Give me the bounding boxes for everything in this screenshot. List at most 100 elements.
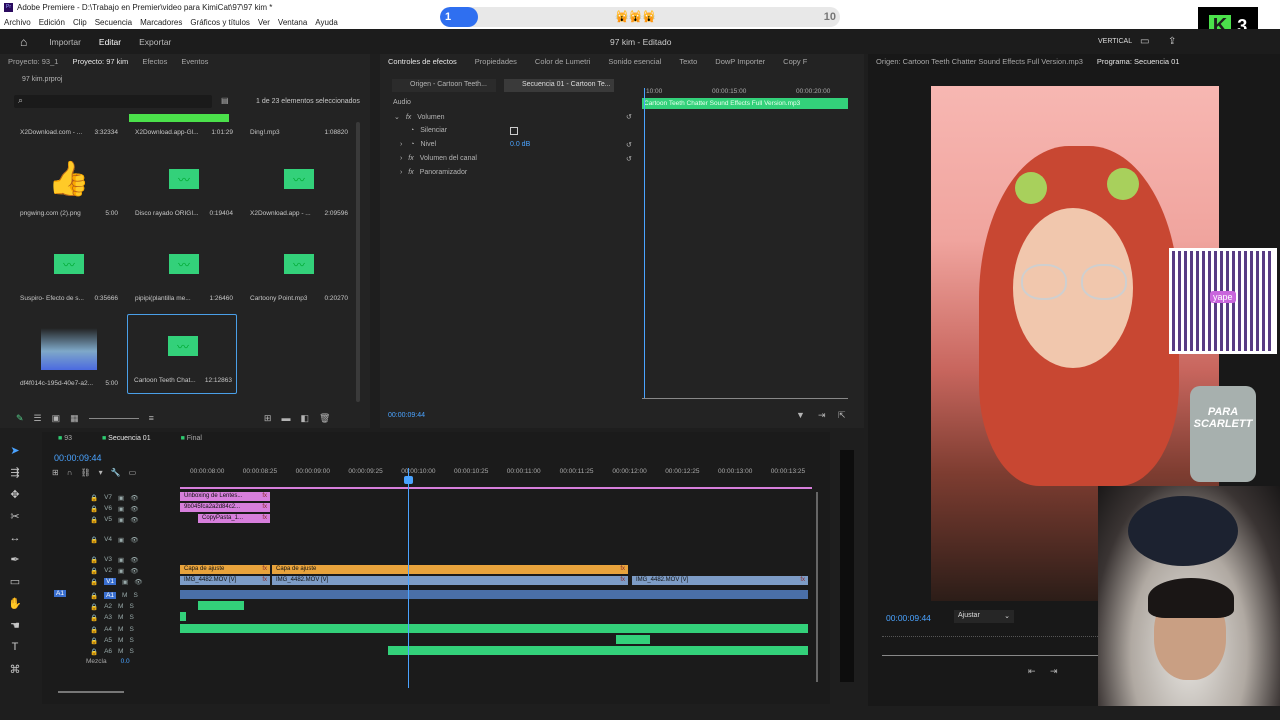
tab-importar[interactable]: Importar [49, 37, 81, 47]
audio-clip[interactable] [180, 590, 808, 599]
nivel-value[interactable]: 0.0 dB [510, 141, 530, 148]
reset-icon[interactable]: ↺ [626, 155, 632, 163]
toggle-output-icon[interactable]: ▣ [118, 556, 124, 564]
rectangle-tool-icon[interactable]: ▭ [6, 573, 24, 591]
project-item[interactable]: 〰 pipipi(plantilla me... 1:26460 [129, 233, 237, 313]
captions-icon[interactable]: ▭ [129, 468, 137, 477]
track-select-icon[interactable]: ⇶ [6, 464, 24, 482]
project-search-input[interactable]: ⌕ [14, 95, 212, 108]
lock-icon[interactable]: 🔒 [90, 592, 98, 600]
solo-icon[interactable]: S [129, 603, 133, 610]
export-icon[interactable]: ⇱ [838, 410, 846, 421]
toggle-output-icon[interactable]: ▣ [118, 505, 124, 513]
track-label[interactable]: V2 [104, 567, 112, 574]
effects-playhead[interactable] [644, 88, 645, 398]
automate-icon[interactable]: ⊞ [264, 413, 272, 424]
effects-zoom-bar[interactable] [642, 398, 848, 399]
sort-icon[interactable]: ≡ [149, 413, 154, 423]
playhead-handle[interactable] [404, 476, 413, 484]
timeline-clip[interactable]: 9b045fca2a2d84c2... fx [180, 503, 270, 512]
lock-icon[interactable]: 🔒 [90, 614, 98, 622]
effect-row-volumen[interactable]: ⌄ fx Volumen ↺ [394, 113, 644, 121]
home-icon[interactable]: ⌂ [20, 35, 27, 49]
chevron-right-icon[interactable]: › [400, 141, 402, 148]
project-scrollbar[interactable] [356, 122, 360, 402]
project-item[interactable]: 〰 X2Download.app - ... 2:09596 [244, 148, 352, 228]
mute-icon[interactable]: M [122, 592, 127, 599]
slip-tool-icon[interactable]: ↔ [6, 529, 24, 547]
menu-ayuda[interactable]: Ayuda [315, 18, 338, 27]
track-label[interactable]: V7 [104, 494, 112, 501]
timeline-tab-93[interactable]: ■ 93 [58, 435, 72, 447]
track-header[interactable]: 🔒 A6 M S [90, 646, 218, 657]
program-timecode[interactable]: 00:00:09:44 [886, 613, 931, 623]
source-clip-tab[interactable]: Origen - Cartoon Teeth... [392, 79, 496, 92]
tab-project-93[interactable]: Proyecto: 93_1 [8, 57, 58, 66]
track-label[interactable]: A2 [104, 603, 112, 610]
silenciar-checkbox[interactable] [510, 127, 518, 135]
track-label[interactable]: V6 [104, 505, 112, 512]
tab-efectos[interactable]: Efectos [142, 57, 167, 66]
new-item-icon[interactable]: ◧ [300, 413, 309, 424]
timeline-v-scrollbar[interactable] [816, 492, 818, 682]
lock-icon[interactable]: 🔒 [90, 648, 98, 656]
zoom-slider[interactable] [88, 417, 139, 419]
pen-tool-icon[interactable]: ✒ [6, 551, 24, 569]
track-label[interactable]: A5 [104, 637, 112, 644]
mute-icon[interactable]: M [118, 637, 123, 644]
effects-timecode[interactable]: 00:00:09:44 [388, 412, 425, 419]
project-item[interactable]: Ding!.mp3 1:08820 [244, 114, 352, 138]
lock-icon[interactable]: 🔒 [90, 637, 98, 645]
work-area-bar[interactable] [180, 487, 812, 489]
timeline-clip[interactable]: Capa de ajuste fx [180, 565, 270, 574]
tab-editar[interactable]: Editar [99, 37, 121, 47]
tab-project-97[interactable]: Proyecto: 97 kim [72, 57, 128, 66]
audio-clip[interactable] [616, 635, 650, 644]
track-label[interactable]: A1 [104, 592, 117, 599]
reset-icon[interactable]: ↺ [626, 141, 632, 149]
project-item[interactable]: 〰 Cartoony Point.mp3 0:20270 [244, 233, 352, 313]
lock-icon[interactable]: 🔒 [90, 578, 98, 586]
menu-ventana[interactable]: Ventana [278, 18, 307, 27]
tab-texto[interactable]: Texto [679, 57, 697, 66]
marker-icon[interactable]: ▾ [99, 468, 103, 477]
audio-clip[interactable] [388, 646, 808, 655]
fullscreen-icon[interactable]: ▭ [1140, 36, 1149, 47]
stopwatch-icon[interactable]: ◔ [410, 141, 414, 148]
timeline-clip[interactable]: IMG_4482.MOV [V] fx [180, 576, 270, 585]
project-item[interactable]: X2Download.com - ... 3:32334 [14, 114, 122, 138]
lock-icon[interactable]: 🔒 [90, 603, 98, 611]
effects-ruler[interactable]: 10:00 00:00:15:00 00:00:20:00 [642, 86, 850, 98]
snap-icon[interactable]: ∩ [67, 468, 73, 477]
track-label[interactable]: A3 [104, 614, 112, 621]
audio-clip[interactable] [180, 624, 808, 633]
tab-sonido[interactable]: Sonido esencial [608, 57, 661, 66]
linked-selection-icon[interactable]: ⛓ [80, 468, 90, 477]
eye-icon[interactable]: 👁 [134, 578, 142, 586]
track-label[interactable]: A4 [104, 626, 112, 633]
track-label[interactable]: V1 [104, 578, 117, 585]
toggle-output-icon[interactable]: ▣ [118, 516, 124, 524]
audio-clip[interactable] [198, 601, 244, 610]
track-header[interactable]: 🔒 V3 ▣ 👁 [90, 554, 218, 565]
tab-dowp[interactable]: DowP Importer [715, 57, 765, 66]
nest-icon[interactable]: ⊞ [52, 468, 59, 477]
timeline-clip[interactable]: Capa de ajuste fx [272, 565, 628, 574]
freeform-view-icon[interactable]: ▦ [70, 413, 79, 424]
project-item[interactable]: 〰 Cartoon Teeth Chat... 12:12863 [127, 314, 237, 394]
step-back-icon[interactable]: ⇤ [1028, 666, 1036, 677]
menu-ver[interactable]: Ver [258, 18, 270, 27]
filter-icon[interactable]: ▼ [796, 410, 805, 420]
track-header[interactable]: 🔒 A3 M S [90, 612, 218, 623]
project-item[interactable]: 〰 Disco rayado ORIGI... 0:19404 [129, 148, 237, 228]
tab-eventos[interactable]: Eventos [181, 57, 208, 66]
lock-icon[interactable]: 🔒 [90, 516, 98, 524]
timeline-playhead[interactable] [408, 468, 409, 688]
effects-clip-bar[interactable]: Cartoon Teeth Chatter Sound Effects Full… [642, 98, 848, 109]
track-label[interactable]: V5 [104, 516, 112, 523]
menu-marcadores[interactable]: Marcadores [140, 18, 182, 27]
tab-lumetri[interactable]: Color de Lumetri [535, 57, 590, 66]
eye-icon[interactable]: 👁 [130, 494, 138, 502]
hand-tool-icon[interactable]: ✋ [6, 595, 24, 613]
play-audio-icon[interactable]: ⇥ [818, 410, 826, 421]
